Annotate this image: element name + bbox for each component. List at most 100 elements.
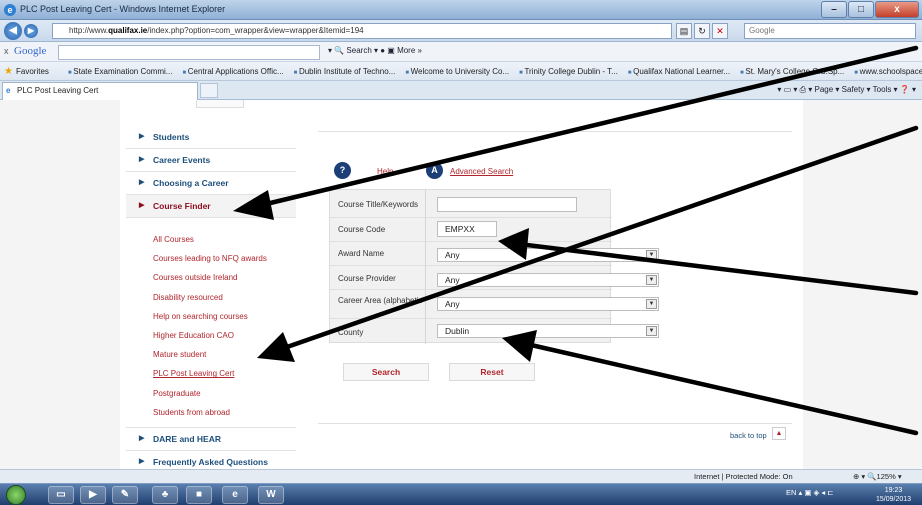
favorite-item[interactable]: www.schoolspace.i... (854, 67, 922, 76)
stop-icon[interactable]: ✕ (712, 23, 728, 39)
search-button[interactable]: Search (343, 363, 429, 381)
sidebar-item-label: Frequently Asked Questions (153, 456, 268, 467)
chevron-down-icon: ▼ (646, 326, 657, 336)
games-icon[interactable]: ♣ (152, 486, 178, 504)
advanced-search-link[interactable]: Advanced Search (450, 167, 513, 176)
google-search-input[interactable] (58, 45, 320, 60)
sidebar-item-label: Students (153, 132, 190, 142)
award-name-value: Any (445, 250, 460, 260)
sidebar-item-label: Choosing a Career (153, 178, 229, 188)
arrow-up-icon[interactable]: ▲ (772, 427, 786, 440)
window-title: PLC Post Leaving Cert - Windows Internet… (20, 4, 226, 14)
internet-explorer-taskbar-icon[interactable]: e (222, 486, 248, 504)
explorer-folder-icon[interactable]: ▭ (48, 486, 74, 504)
security-zone[interactable]: Internet | Protected Mode: On (694, 472, 793, 481)
back-to-top-link[interactable]: back to top (730, 431, 767, 440)
url-prefix: http://www. (69, 26, 109, 35)
reset-button[interactable]: Reset (449, 363, 535, 381)
county-value: Dublin (445, 326, 470, 336)
page-left-margin (0, 100, 120, 469)
tab-plc-post-leaving-cert[interactable]: PLC Post Leaving Cert (2, 82, 198, 100)
sidebar-item-choosing-a-career[interactable]: ▶ Choosing a Career (126, 172, 296, 195)
sidebar-item-course-finder[interactable]: ▶ Course Finder (126, 195, 296, 218)
maximize-button[interactable]: □ (848, 1, 874, 18)
url-domain: qualifax.ie (108, 26, 148, 35)
career-area-select[interactable]: Any ▼ (437, 297, 659, 311)
sidebar-item-dare-and-hear[interactable]: ▶ DARE and HEAR (126, 428, 296, 451)
course-provider-value: Any (445, 275, 460, 285)
paint-icon[interactable]: ✎ (112, 486, 138, 504)
new-tab-button[interactable] (200, 83, 218, 98)
form-row-career: Career Area (alphabetic Any ▼ (330, 290, 659, 319)
google-tools[interactable]: ▾ 🔍 Search ▾ ● ▣ More » (328, 46, 422, 55)
sidebar-sub-help-searching[interactable]: Help on searching courses (126, 307, 296, 326)
sidebar-sub-outside-ireland[interactable]: Courses outside Ireland (126, 268, 296, 287)
sidebar-sub-students-from-abroad[interactable]: Students from abroad (126, 403, 296, 422)
sidebar-sub-postgraduate[interactable]: Postgraduate (126, 384, 296, 403)
url-path: /index.php?option=com_wrapper&view=wrapp… (147, 26, 364, 35)
county-label: County (330, 319, 426, 344)
window-controls: – □ x (820, 1, 919, 18)
advanced-search-icon: A (426, 162, 443, 179)
help-icon: ? (334, 162, 351, 179)
favorites-list: State Examination Commi... Central Appli… (68, 67, 922, 76)
sidebar-sub-nfq-awards[interactable]: Courses leading to NFQ awards (126, 249, 296, 268)
favorite-item[interactable]: Central Applications Offic... (182, 67, 284, 76)
course-title-input[interactable] (437, 197, 577, 212)
sidebar-item-label: Course Finder (153, 201, 211, 211)
sidebar-item-students[interactable]: ▶ Students (126, 126, 296, 149)
triangle-right-icon: ▶ (139, 202, 145, 209)
word-icon[interactable]: W (258, 486, 284, 504)
favorite-item[interactable]: Trinity College Dublin - T... (519, 67, 617, 76)
media-player-icon[interactable]: ▶ (80, 486, 106, 504)
command-bar[interactable]: ▾ ▭ ▾ ⎙ ▾ Page ▾ Safety ▾ Tools ▾ ❓ ▾ (777, 85, 916, 95)
favorite-item[interactable]: State Examination Commi... (68, 67, 172, 76)
divider (318, 131, 792, 132)
favorite-item[interactable]: Dublin Institute of Techno... (294, 67, 395, 76)
sidebar-sub-plc-post-leaving-cert[interactable]: PLC Post Leaving Cert (126, 364, 296, 383)
clock[interactable]: 19:23 15/09/2013 (876, 486, 911, 504)
sidebar-sub-all-courses[interactable]: All Courses (126, 230, 296, 249)
favorites-star-icon[interactable]: ★ (4, 66, 13, 77)
window-titlebar: e PLC Post Leaving Cert - Windows Intern… (0, 0, 922, 20)
triangle-right-icon: ▶ (139, 133, 145, 140)
favorites-button[interactable]: Favorites (16, 67, 49, 76)
course-search-form: Course Title/Keywords Course Code EMPXX … (329, 189, 659, 344)
clock-time: 19:23 (884, 487, 903, 494)
sidebar-sub-mature-student[interactable]: Mature student (126, 345, 296, 364)
toolbar-close-icon[interactable]: x (4, 46, 9, 56)
course-provider-select[interactable]: Any ▼ (437, 273, 659, 287)
chevron-down-icon: ▼ (646, 250, 657, 260)
sidebar-sub-higher-education-cao[interactable]: Higher Education CAO (126, 326, 296, 345)
tab-bar: PLC Post Leaving Cert ▾ ▭ ▾ ⎙ ▾ Page ▾ S… (0, 81, 922, 100)
close-button[interactable]: x (875, 1, 919, 18)
triangle-right-icon: ▶ (139, 434, 145, 442)
compatibility-icon[interactable]: ▤ (676, 23, 692, 39)
system-tray[interactable]: EN ▴ ▣ ◈ ◂ ⊏ (786, 488, 834, 497)
county-select[interactable]: Dublin ▼ (437, 324, 659, 338)
favorite-item[interactable]: St. Mary's College C.S.Sp... (740, 67, 844, 76)
course-code-input[interactable]: EMPXX (437, 221, 497, 237)
back-button[interactable]: ◀ (4, 22, 22, 40)
start-button[interactable] (6, 485, 26, 505)
career-area-value: Any (445, 299, 460, 309)
sidebar-sub-disability[interactable]: Disability resourced (126, 288, 296, 307)
refresh-icon[interactable]: ↻ (694, 23, 710, 39)
favorite-item[interactable]: Welcome to University Co... (405, 67, 510, 76)
url-input[interactable]: http://www.qualifax.ie/index.php?option=… (52, 23, 672, 39)
triangle-right-icon: ▶ (139, 179, 145, 186)
award-name-select[interactable]: Any ▼ (437, 248, 659, 262)
minimize-button[interactable]: – (821, 1, 847, 18)
address-actions: ▤ ↻ ✕ (676, 23, 728, 39)
triangle-right-icon: ▶ (139, 156, 145, 163)
favorite-item[interactable]: Qualifax National Learner... (628, 67, 730, 76)
zoom-level[interactable]: ⊕ ▾ 🔍125% ▾ (853, 472, 902, 481)
help-link[interactable]: Help (377, 167, 393, 176)
sidebar-item-career-events[interactable]: ▶ Career Events (126, 149, 296, 172)
sidebar-item-label: Career Events (153, 155, 211, 165)
course-provider-label: Course Provider (330, 266, 426, 289)
forward-button[interactable]: ▶ (24, 24, 38, 38)
document-icon[interactable]: ■ (186, 486, 212, 504)
sidebar-item-label: DARE and HEAR (153, 433, 222, 444)
search-input[interactable]: Google (744, 23, 916, 39)
